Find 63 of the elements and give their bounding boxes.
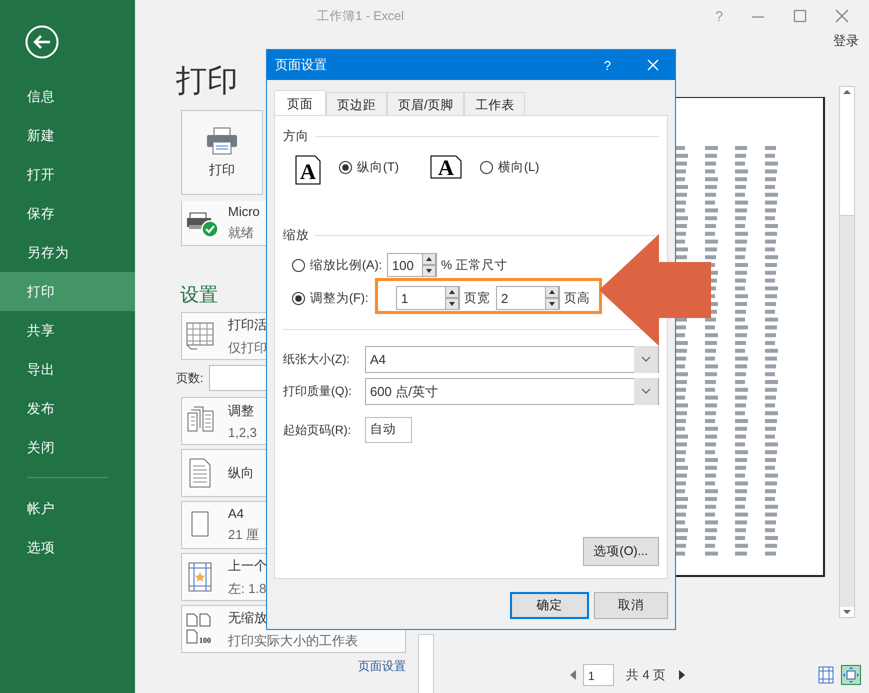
- dialog-title: 页面设置: [275, 56, 328, 74]
- sign-in-link[interactable]: 登录: [833, 32, 859, 54]
- tab[interactable]: 页面: [274, 90, 326, 115]
- field-label: 起始页码(R):: [283, 422, 352, 438]
- field-label: 页数:: [176, 370, 204, 386]
- radio-label[interactable]: 调整为(F):: [310, 290, 368, 306]
- radio-label[interactable]: 横向(L): [498, 158, 540, 176]
- help-button[interactable]: ?: [604, 58, 611, 72]
- setting-subtitle: 21 厘: [228, 526, 260, 544]
- sidebar-item[interactable]: 关闭: [0, 428, 135, 467]
- pages-wide-spinner[interactable]: 1: [396, 286, 460, 310]
- page-title: 打印: [176, 62, 238, 100]
- sidebar-item[interactable]: 导出: [0, 350, 135, 389]
- sidebar-item[interactable]: 信息: [0, 77, 135, 116]
- options-button[interactable]: 选项(O)...: [582, 537, 659, 566]
- sidebar-item[interactable]: 共享: [0, 311, 135, 350]
- field-label: 纸张大小(Z):: [283, 351, 351, 368]
- setting-subtitle: 打印实际大小的工作表: [228, 632, 358, 650]
- portrait-page-icon: A: [295, 155, 321, 185]
- tab[interactable]: 页边距: [326, 92, 387, 115]
- print-button[interactable]: 打印: [181, 110, 263, 195]
- field-label: 打印质量(Q):: [283, 383, 353, 400]
- page-setup-link[interactable]: 页面设置: [358, 658, 406, 675]
- tab[interactable]: 页眉/页脚: [387, 92, 464, 115]
- printer-status: 就绪: [228, 224, 255, 242]
- input-field[interactable]: 自动: [365, 417, 412, 443]
- setting-title: 纵向: [228, 464, 254, 482]
- tab[interactable]: 工作表: [464, 92, 526, 115]
- setting-title: 上一个: [228, 556, 267, 574]
- page-count: 共 4 页: [626, 666, 666, 684]
- radio-label[interactable]: 缩放比例(A):: [310, 256, 382, 274]
- setting-title: 打印活: [228, 316, 267, 334]
- sidebar-item[interactable]: 保存: [0, 194, 135, 233]
- window-title: 工作簿1 - Excel: [315, 8, 405, 24]
- setting-title: A4: [228, 506, 245, 521]
- sidebar-item[interactable]: 新建: [0, 116, 135, 155]
- printer-name: Micro: [228, 204, 260, 219]
- sidebar-item[interactable]: 选项: [0, 528, 135, 567]
- cancel-button[interactable]: 取消: [594, 592, 668, 619]
- sidebar-item[interactable]: 打印: [0, 272, 135, 311]
- unit-label: 页高: [564, 290, 590, 306]
- group-heading: 缩放: [283, 227, 309, 244]
- setting-subtitle: 左: 1.8: [228, 580, 267, 598]
- ok-button[interactable]: 确定: [510, 592, 589, 619]
- group-heading: 方向: [283, 128, 309, 145]
- scale-spinner[interactable]: 100: [387, 253, 437, 277]
- pages-tall-spinner[interactable]: 2: [496, 286, 560, 310]
- setting-title: 无缩放: [228, 608, 268, 626]
- setting-subtitle: 仅打印: [228, 338, 267, 356]
- page-number-field[interactable]: 1: [583, 664, 614, 686]
- print-quality-dropdown[interactable]: 600 点/英寸: [365, 378, 659, 405]
- setting-subtitle: 1,2,3: [228, 425, 257, 440]
- sidebar-item[interactable]: 另存为: [0, 233, 135, 272]
- setting-title: 调整: [228, 402, 255, 420]
- unit-label: 页宽: [464, 290, 490, 306]
- unit-label: % 正常尺寸: [441, 256, 508, 274]
- sidebar-item[interactable]: 帐户: [0, 489, 135, 528]
- section-heading: 设置: [180, 284, 218, 308]
- landscape-page-icon: A: [430, 155, 462, 179]
- sidebar-item[interactable]: 打开: [0, 155, 135, 194]
- paper-size-dropdown[interactable]: A4: [365, 346, 659, 373]
- sidebar-item[interactable]: 发布: [0, 389, 135, 428]
- radio-label[interactable]: 纵向(T): [357, 158, 399, 176]
